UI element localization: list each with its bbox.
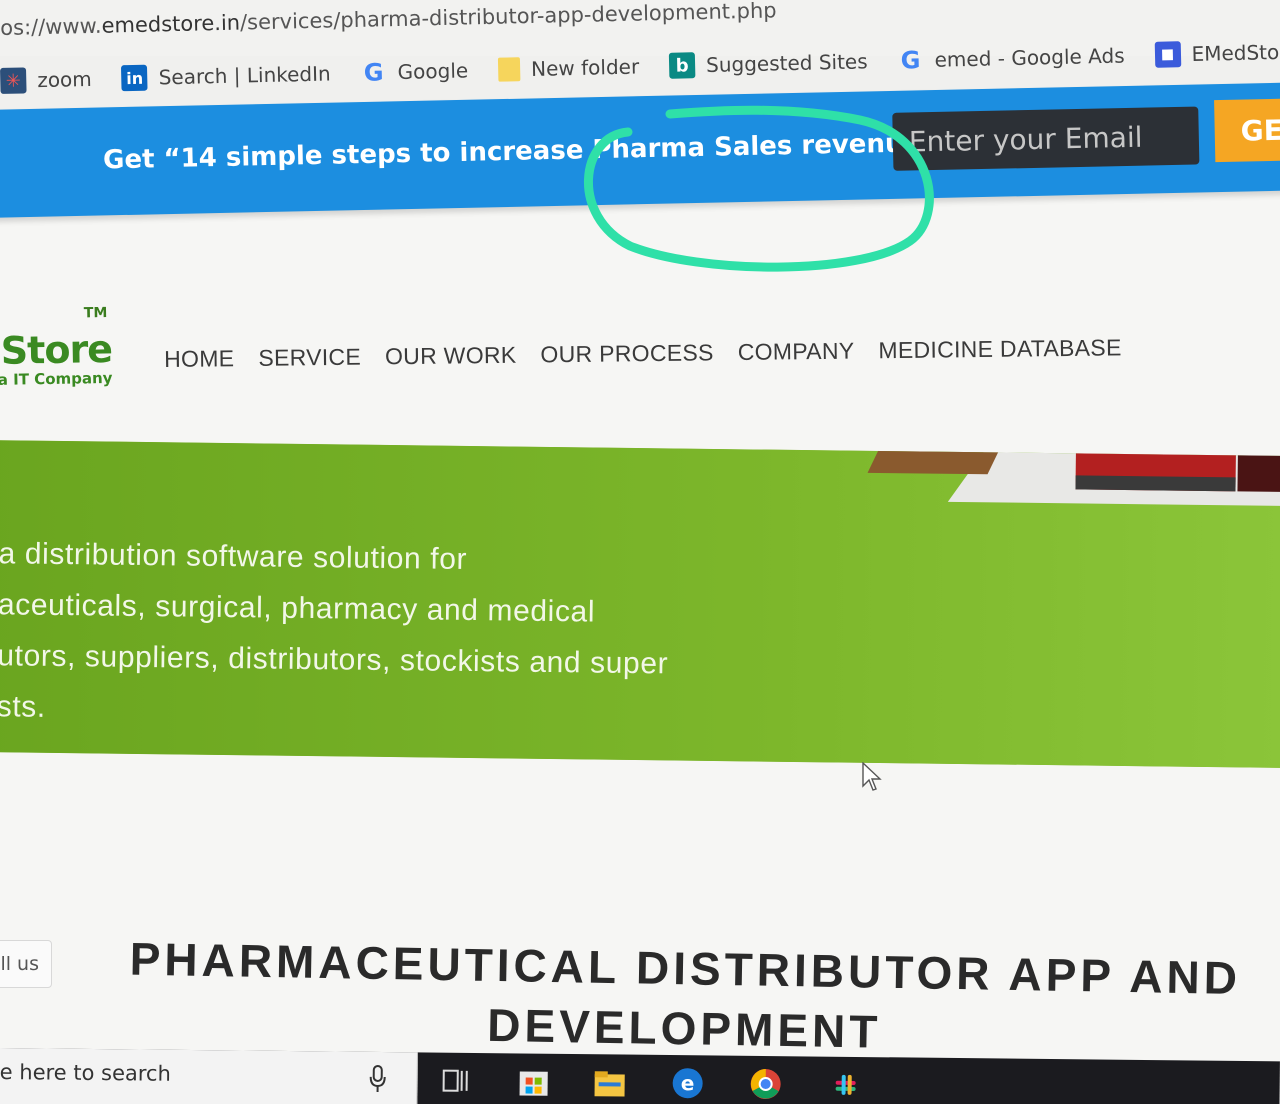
- bookmark-label: emed - Google Ads: [934, 43, 1125, 72]
- hero-illustration-block: [1237, 440, 1280, 493]
- hero-line: utors, suppliers, distributors, stockist…: [0, 639, 669, 681]
- svg-text:e: e: [681, 1071, 695, 1095]
- page-title-line1: PHARMACEUTICAL DISTRIBUTOR APP AND: [129, 932, 1242, 1004]
- hero-section: a distribution software solution for ace…: [0, 440, 1280, 769]
- nav-our-work[interactable]: OUR WORK: [385, 342, 517, 371]
- get-button[interactable]: GE: [1214, 97, 1280, 163]
- emedstore-icon: ■: [1154, 41, 1181, 68]
- file-explorer-icon[interactable]: [589, 1062, 629, 1102]
- microphone-icon[interactable]: [368, 1064, 388, 1094]
- bookmark-google[interactable]: G Google: [360, 57, 469, 87]
- bookmark-label: Search | LinkedIn: [158, 61, 331, 90]
- bing-icon: b: [668, 52, 696, 79]
- edge-icon[interactable]: e: [667, 1063, 707, 1103]
- taskbar-search-text: e here to search: [0, 1059, 171, 1086]
- main-nav: HOME SERVICE OUR WORK OUR PROCESS COMPAN…: [164, 334, 1122, 373]
- call-us-button[interactable]: ll us: [0, 940, 52, 988]
- hero-line: sts.: [0, 690, 47, 724]
- hero-description: a distribution software solution for ace…: [0, 528, 670, 740]
- store-icon[interactable]: [513, 1061, 553, 1101]
- linkedin-icon: in: [121, 64, 149, 92]
- url-text[interactable]: os://www.emedstore.in/services/pharma-di…: [0, 0, 777, 40]
- banner-text: Get “14 simple steps to increase Pharma …: [102, 127, 966, 176]
- slack-icon[interactable]: [825, 1065, 865, 1104]
- nav-service[interactable]: SERVICE: [258, 344, 361, 372]
- mouse-cursor-icon: [862, 762, 882, 791]
- trademark-mark: TM: [83, 304, 108, 322]
- bookmark-label: Google: [397, 58, 469, 84]
- nav-company[interactable]: COMPANY: [738, 338, 855, 366]
- url-domain: emedstore.in: [101, 10, 241, 38]
- zoom-icon: ✳: [0, 67, 27, 94]
- bookmark-emedstore[interactable]: ■ EMedStore : F: [1154, 38, 1280, 68]
- folder-icon: [497, 57, 521, 82]
- page-title: PHARMACEUTICAL DISTRIBUTOR APP AND DEVEL…: [94, 928, 1276, 1069]
- bookmark-suggested-sites[interactable]: b Suggested Sites: [668, 48, 868, 79]
- nav-home[interactable]: HOME: [164, 345, 235, 373]
- nav-medicine-database[interactable]: MEDICINE DATABASE: [878, 334, 1122, 364]
- hero-line: aceuticals, surgical, pharmacy and medic…: [0, 588, 596, 629]
- google-icon: G: [900, 46, 921, 75]
- url-prefix: os://www.: [0, 13, 102, 40]
- page-title-line2: DEVELOPMENT: [486, 998, 882, 1058]
- hero-line: a distribution software solution for: [0, 537, 468, 576]
- logo-name: dStore: [0, 326, 113, 374]
- email-input[interactable]: [892, 106, 1200, 171]
- screen: os://www.emedstore.in/services/pharma-di…: [0, 0, 1280, 1104]
- bookmark-label: zoom: [37, 66, 92, 93]
- taskbar-search[interactable]: e here to search: [0, 1047, 418, 1104]
- logo-tagline: na IT Company: [0, 368, 113, 390]
- bookmark-label: New folder: [530, 54, 640, 81]
- bookmark-linkedin[interactable]: in Search | LinkedIn: [121, 61, 331, 92]
- hero-illustration-shelf: [1075, 440, 1237, 492]
- bookmark-zoom[interactable]: ✳ zoom: [0, 66, 92, 94]
- url-path: /services/pharma-distributor-app-develop…: [239, 0, 777, 35]
- site-logo[interactable]: TM dStore na IT Company: [0, 305, 121, 397]
- bookmark-label: Suggested Sites: [705, 49, 868, 77]
- nav-our-process[interactable]: OUR PROCESS: [540, 339, 714, 368]
- google-icon: G: [363, 58, 384, 87]
- bookmark-label: EMedStore : F: [1191, 39, 1280, 66]
- bookmark-google-ads[interactable]: G emed - Google Ads: [897, 42, 1125, 75]
- bookmark-new-folder[interactable]: New folder: [497, 54, 640, 82]
- task-view-icon[interactable]: [435, 1061, 475, 1101]
- chrome-icon[interactable]: [745, 1064, 785, 1104]
